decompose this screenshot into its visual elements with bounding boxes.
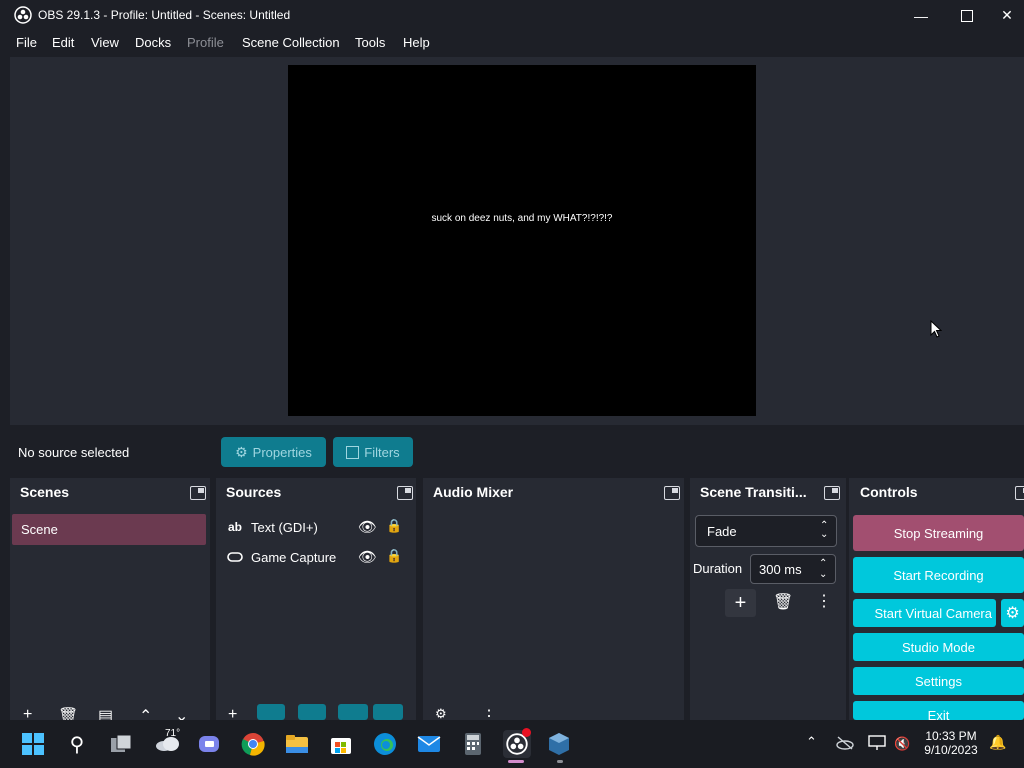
properties-label: Properties xyxy=(252,444,312,460)
source-row-text[interactable]: ab Text (GDI+) 👁 🔒 xyxy=(220,516,416,540)
source-row-game[interactable]: Game Capture 👁 🔒 xyxy=(220,546,416,570)
controls-title: Controls xyxy=(860,484,918,500)
undock-icon[interactable] xyxy=(824,486,840,500)
transition-select[interactable]: Fade ⌃ ⌄ xyxy=(695,515,837,547)
virtual-camera-settings-icon[interactable]: ⚙ xyxy=(1001,599,1024,627)
minimize-button[interactable]: — xyxy=(898,0,944,31)
mail-icon[interactable] xyxy=(415,730,443,758)
chrome-icon[interactable] xyxy=(239,730,267,758)
transition-value: Fade xyxy=(707,524,737,539)
virtual-camera-button[interactable]: Start Virtual Camera xyxy=(853,599,996,627)
spinner-icon[interactable]: ⌃ ⌄ xyxy=(819,558,827,580)
more-icon[interactable]: ⋮ xyxy=(816,591,832,611)
duration-input[interactable]: 300 ms ⌃ ⌄ xyxy=(750,554,836,584)
window-title: OBS 29.1.3 - Profile: Untitled - Scenes:… xyxy=(38,8,291,22)
menu-view[interactable]: View xyxy=(91,35,119,50)
filters-button[interactable]: Filters xyxy=(333,437,413,467)
lock-icon[interactable]: 🔒 xyxy=(386,518,402,534)
source-toolbar xyxy=(10,428,1024,474)
clock[interactable]: 10:33 PM 9/10/2023 xyxy=(920,729,982,757)
undock-icon[interactable] xyxy=(397,486,413,500)
file-explorer-icon[interactable] xyxy=(283,730,311,758)
edge-icon[interactable] xyxy=(371,730,399,758)
source-settings-icon[interactable] xyxy=(298,704,326,720)
obs-taskbar-icon[interactable] xyxy=(503,728,531,758)
filters-label: Filters xyxy=(364,444,400,460)
preview-text: suck on deez nuts, and my WHAT?!?!?!? xyxy=(431,213,613,224)
no-source-label: No source selected xyxy=(18,445,130,460)
lock-icon[interactable]: 🔒 xyxy=(386,548,402,564)
onedrive-icon[interactable] xyxy=(836,736,854,750)
windows-start-icon[interactable] xyxy=(19,730,47,758)
gear-icon: ⚙ xyxy=(235,443,248,460)
gamepad-icon xyxy=(227,552,243,562)
volume-muted-icon[interactable]: 🔇 xyxy=(894,736,910,752)
scene-list-item[interactable]: Scene xyxy=(12,514,206,545)
remove-source-icon[interactable] xyxy=(257,704,285,720)
running-app-indicator xyxy=(557,760,563,763)
sources-title: Sources xyxy=(226,484,282,500)
virtual-camera-label: Start Virtual Camera xyxy=(874,605,992,621)
settings-button[interactable]: Settings xyxy=(853,667,1024,695)
source-up-icon[interactable] xyxy=(338,704,368,720)
network-icon[interactable] xyxy=(868,735,886,751)
source-down-icon[interactable] xyxy=(373,704,403,720)
virtualbox-icon[interactable] xyxy=(545,730,573,758)
clock-time: 10:33 PM xyxy=(925,729,977,743)
search-icon[interactable]: ⚲ xyxy=(63,730,91,758)
mouse-cursor-icon xyxy=(930,320,942,338)
weather-widget[interactable]: 71° xyxy=(150,728,186,758)
menu-scene-collection[interactable]: Scene Collection xyxy=(242,35,340,50)
teams-chat-icon[interactable] xyxy=(195,730,223,758)
duration-value: 300 ms xyxy=(759,562,802,577)
weather-temp: 71° xyxy=(165,728,181,739)
audio-mixer-dock xyxy=(423,478,684,720)
start-recording-button[interactable]: Start Recording xyxy=(853,557,1024,593)
eye-icon[interactable]: 👁 xyxy=(358,518,377,536)
undock-icon[interactable] xyxy=(664,486,680,500)
studio-mode-button[interactable]: Studio Mode xyxy=(853,633,1024,661)
undock-icon[interactable] xyxy=(1015,486,1024,500)
menu-bar: File Edit View Docks Profile Scene Colle… xyxy=(0,31,1024,55)
exit-button[interactable]: Exit xyxy=(853,701,1024,720)
menu-edit[interactable]: Edit xyxy=(52,35,74,50)
maximize-button[interactable] xyxy=(944,0,990,31)
scene-item-label: Scene xyxy=(21,522,58,537)
scenes-title: Scenes xyxy=(20,484,70,500)
calculator-icon[interactable] xyxy=(459,730,487,758)
menu-file[interactable]: File xyxy=(16,35,37,50)
clock-date: 9/10/2023 xyxy=(924,743,978,757)
preview-canvas[interactable]: suck on deez nuts, and my WHAT?!?!?!? xyxy=(288,65,756,416)
menu-profile[interactable]: Profile xyxy=(187,35,224,50)
title-bar: OBS 29.1.3 - Profile: Untitled - Scenes:… xyxy=(0,0,1024,31)
menu-docks[interactable]: Docks xyxy=(135,35,171,50)
duration-label: Duration xyxy=(693,561,743,576)
properties-button[interactable]: ⚙ Properties xyxy=(221,437,326,467)
menu-tools[interactable]: Tools xyxy=(355,35,385,50)
updown-icon: ⌃ ⌄ xyxy=(820,520,829,540)
recording-badge xyxy=(522,728,531,737)
close-button[interactable]: ✕ xyxy=(990,0,1024,31)
stop-streaming-button[interactable]: Stop Streaming xyxy=(853,515,1024,551)
transitions-title: Scene Transiti... xyxy=(700,484,807,500)
active-app-indicator xyxy=(508,760,524,763)
sources-dock xyxy=(216,478,416,720)
add-transition-button[interactable]: + xyxy=(725,589,756,617)
chevron-up-icon[interactable]: ⌃ xyxy=(806,734,817,750)
obs-logo-icon xyxy=(14,6,32,24)
source-label: Game Capture xyxy=(251,550,337,565)
audio-mixer-title: Audio Mixer xyxy=(433,484,514,500)
remove-transition-icon[interactable]: 🗑 xyxy=(773,592,793,612)
undock-icon[interactable] xyxy=(190,486,206,500)
eye-icon[interactable]: 👁 xyxy=(358,548,377,566)
menu-help[interactable]: Help xyxy=(403,35,430,50)
source-label: Text (GDI+) xyxy=(251,520,318,535)
microsoft-store-icon[interactable] xyxy=(327,730,355,758)
text-icon: ab xyxy=(228,520,243,534)
notification-bell-icon[interactable]: 🔔 xyxy=(989,734,1006,751)
task-view-icon[interactable] xyxy=(107,730,135,758)
filter-icon xyxy=(346,445,360,459)
